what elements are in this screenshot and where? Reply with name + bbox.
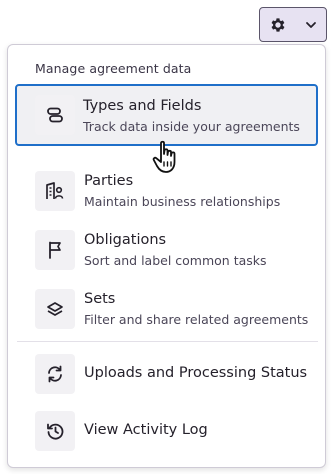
menu-item-title: Uploads and Processing Status [84, 365, 308, 381]
menu-item-sets[interactable]: Sets Filter and share related agreements [17, 280, 316, 338]
menu-item-subtitle: Filter and share related agreements [84, 312, 309, 327]
menu-item-title: View Activity Log [84, 422, 208, 438]
menu-item-title: Parties [84, 173, 134, 189]
menu-item-types-and-fields[interactable]: Types and Fields Track data inside your … [15, 84, 318, 146]
chevron-down-icon [305, 19, 317, 31]
gear-icon [269, 16, 287, 34]
menu-item-obligations[interactable]: Obligations Sort and label common tasks [17, 221, 316, 279]
types-fields-icon [35, 95, 75, 135]
sync-icon [35, 354, 75, 394]
menu-item-uploads-status[interactable]: Uploads and Processing Status [17, 345, 316, 403]
menu-item-subtitle: Maintain business relationships [84, 194, 281, 209]
history-icon [35, 411, 75, 451]
manage-data-menu: Manage agreement data Types and Fields T… [7, 44, 326, 468]
menu-item-title: Obligations [84, 232, 167, 248]
menu-item-subtitle: Sort and label common tasks [84, 253, 267, 268]
parties-icon [35, 171, 75, 211]
layers-icon [35, 289, 75, 329]
hand-cursor-icon [152, 140, 182, 180]
menu-divider [17, 341, 318, 342]
menu-item-activity-log[interactable]: View Activity Log [17, 402, 316, 460]
section-label: Manage agreement data [35, 61, 192, 76]
flag-icon [35, 230, 75, 270]
settings-dropdown-button[interactable] [259, 7, 327, 42]
menu-item-subtitle: Track data inside your agreements [83, 119, 300, 134]
menu-item-title: Types and Fields [83, 98, 202, 114]
menu-item-title: Sets [84, 291, 116, 307]
